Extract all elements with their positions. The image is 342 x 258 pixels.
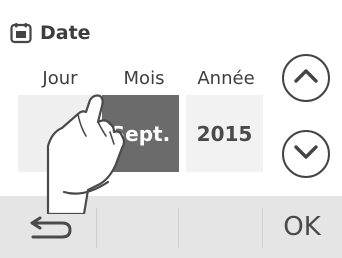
calendar-icon (10, 22, 32, 44)
decrement-button[interactable] (282, 130, 330, 178)
back-arrow-icon (26, 216, 80, 248)
date-picker-screen: Date Jour Mois Année Sept. 2015 OK (0, 0, 342, 258)
month-value: Sept. (110, 121, 171, 146)
chevron-down-icon (293, 143, 319, 165)
column-label-year: Année (197, 68, 255, 89)
chevron-up-icon (293, 67, 319, 89)
increment-button[interactable] (282, 54, 330, 102)
ok-button[interactable]: OK (262, 202, 342, 252)
divider (178, 208, 179, 248)
back-button[interactable] (26, 210, 80, 244)
year-value: 2015 (196, 121, 253, 146)
column-label-month: Mois (123, 68, 165, 89)
page-title: Date (40, 22, 91, 44)
divider (96, 208, 97, 248)
bottom-action-bar: OK (0, 196, 342, 258)
month-cell[interactable]: Sept. (102, 95, 179, 172)
header: Date (10, 20, 91, 46)
year-cell[interactable]: 2015 (186, 95, 263, 172)
column-label-day: Jour (42, 68, 78, 89)
day-cell[interactable] (18, 95, 96, 172)
